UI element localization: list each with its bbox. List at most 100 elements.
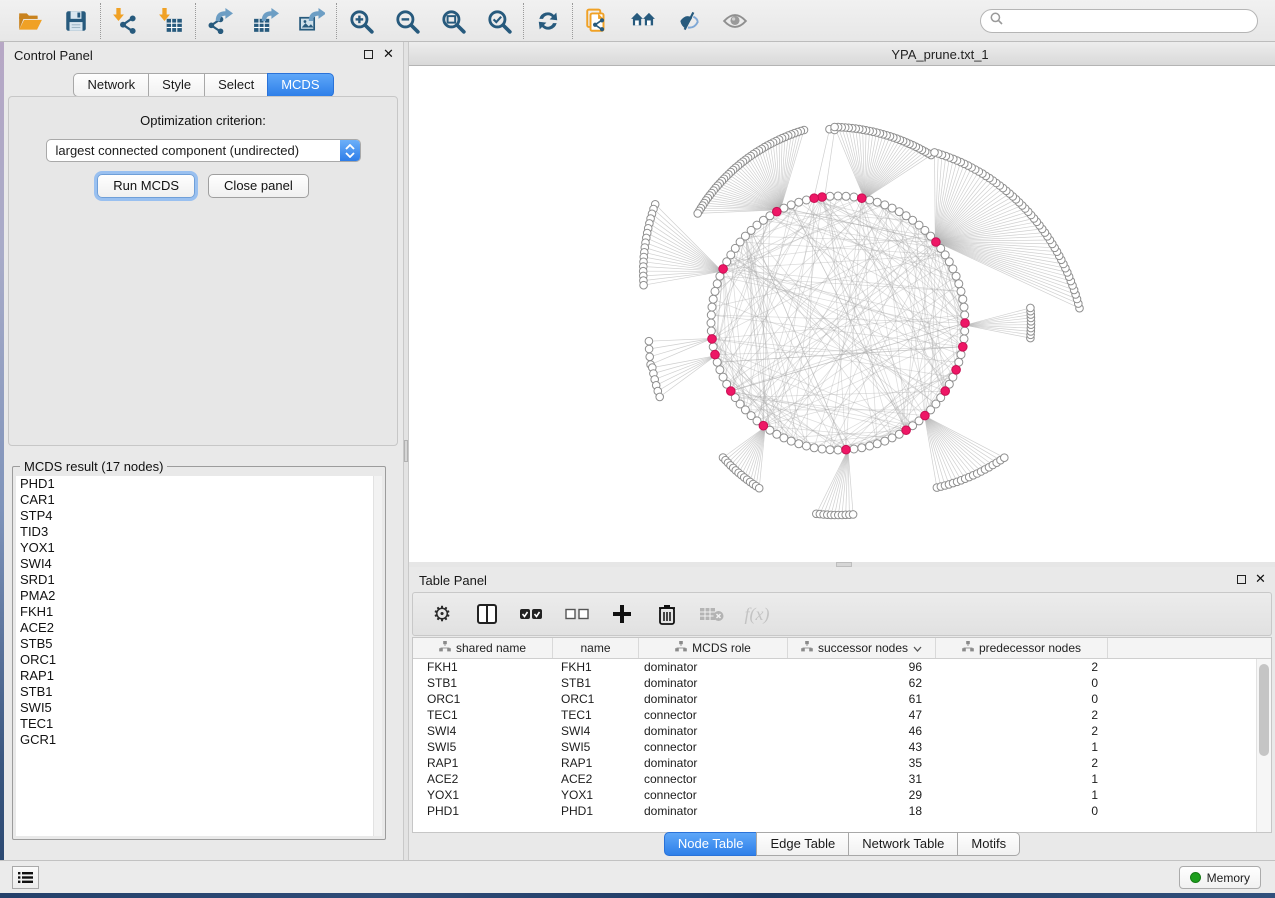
show-eye-button[interactable]	[720, 6, 750, 36]
column-header-shared-name[interactable]: shared name	[413, 638, 553, 658]
toolbar-group	[524, 0, 572, 41]
float-panel-icon[interactable]	[364, 50, 373, 59]
tab-mcds[interactable]: MCDS	[267, 73, 333, 97]
column-header-mcds-role[interactable]: MCDS role	[639, 638, 788, 658]
tab-node-table[interactable]: Node Table	[664, 832, 758, 856]
hide-eye-button[interactable]	[674, 6, 704, 36]
table-scrollbar[interactable]	[1256, 659, 1271, 832]
mcds-result-item[interactable]: ACE2	[16, 620, 382, 636]
toolbar-group	[337, 0, 523, 41]
mcds-result-item[interactable]: ORC1	[16, 652, 382, 668]
network-share-doc-button[interactable]	[582, 6, 612, 36]
search-input[interactable]	[1009, 11, 1257, 31]
search-box[interactable]	[980, 9, 1258, 33]
cell-successor-nodes: 18	[788, 803, 936, 819]
column-header-name[interactable]: name	[553, 638, 639, 658]
cell-mcds-role: dominator	[639, 723, 788, 739]
mcds-result-item[interactable]: SWI4	[16, 556, 382, 572]
table-row[interactable]: PHD1PHD1dominator180	[413, 803, 1271, 819]
sort-desc-icon	[913, 641, 922, 655]
cell-predecessor-nodes: 0	[936, 803, 1108, 819]
cell-shared-name: RAP1	[413, 755, 553, 771]
tab-motifs[interactable]: Motifs	[957, 832, 1020, 856]
mcds-result-item[interactable]: SRD1	[16, 572, 382, 588]
panel-list-button[interactable]	[12, 866, 39, 889]
select-all-columns-button[interactable]	[519, 601, 545, 627]
mcds-tab-content: Optimization criterion: largest connecte…	[8, 96, 398, 446]
mcds-result-item[interactable]: GCR1	[16, 732, 382, 748]
zoom-selected-button[interactable]	[484, 6, 514, 36]
mcds-result-item[interactable]: STB1	[16, 684, 382, 700]
tab-select[interactable]: Select	[204, 73, 268, 97]
table-panel-tabs: Node TableEdge TableNetwork TableMotifs	[409, 832, 1275, 856]
cell-name: YOX1	[553, 787, 639, 803]
unselect-all-columns-button[interactable]	[564, 601, 590, 627]
tab-network-table[interactable]: Network Table	[848, 832, 958, 856]
table-row[interactable]: ORC1ORC1dominator610	[413, 691, 1271, 707]
cell-successor-nodes: 96	[788, 659, 936, 675]
run-mcds-button[interactable]: Run MCDS	[97, 174, 195, 198]
import-table-button[interactable]	[156, 6, 186, 36]
cell-successor-nodes: 47	[788, 707, 936, 723]
memory-button[interactable]: Memory	[1179, 866, 1261, 889]
mcds-result-item[interactable]: TID3	[16, 524, 382, 540]
table-row[interactable]: SWI4SWI4dominator462	[413, 723, 1271, 739]
table-row[interactable]: YOX1YOX1connector291	[413, 787, 1271, 803]
export-image-button[interactable]	[297, 6, 327, 36]
mcds-result-item[interactable]: YOX1	[16, 540, 382, 556]
close-panel-button[interactable]: Close panel	[208, 174, 309, 198]
network-window-titlebar[interactable]: YPA_prune.txt_1	[409, 42, 1275, 66]
split-columns-button[interactable]	[474, 601, 500, 627]
table-panel-title: Table Panel	[419, 573, 487, 588]
mcds-result-item[interactable]: PMA2	[16, 588, 382, 604]
refresh-layout-button[interactable]	[533, 6, 563, 36]
delete-column-button[interactable]	[654, 601, 680, 627]
mcds-result-item[interactable]: TEC1	[16, 716, 382, 732]
add-column-button[interactable]	[609, 601, 635, 627]
tab-edge-table[interactable]: Edge Table	[756, 832, 849, 856]
mcds-result-item[interactable]: PHD1	[16, 476, 382, 492]
table-row[interactable]: ACE2ACE2connector311	[413, 771, 1271, 787]
mcds-result-item[interactable]: FKH1	[16, 604, 382, 620]
dominator-node	[727, 387, 736, 396]
main-toolbar	[0, 0, 1275, 42]
table-row[interactable]: SWI5SWI5connector431	[413, 739, 1271, 755]
scrollbar-thumb[interactable]	[1259, 664, 1269, 756]
save-session-button[interactable]	[61, 6, 91, 36]
criterion-dropdown[interactable]: largest connected component (undirected)	[46, 139, 361, 162]
table-row[interactable]: FKH1FKH1dominator962	[413, 659, 1271, 675]
cell-shared-name: YOX1	[413, 787, 553, 803]
float-panel-icon[interactable]	[1237, 575, 1246, 584]
tab-network[interactable]: Network	[73, 73, 149, 97]
mcds-list-scrollbar[interactable]	[373, 476, 382, 836]
column-header-successor-nodes[interactable]: successor nodes	[788, 638, 936, 658]
homes-button[interactable]	[628, 6, 658, 36]
table-settings-button[interactable]: ⚙	[429, 601, 455, 627]
toolbar-group	[573, 0, 759, 41]
export-network-button[interactable]	[205, 6, 235, 36]
splitter-grip[interactable]	[404, 440, 408, 462]
import-network-button[interactable]	[110, 6, 140, 36]
mcds-result-list: PHD1CAR1STP4TID3YOX1SWI4SRD1PMA2FKH1ACE2…	[16, 476, 382, 836]
mcds-result-item[interactable]: STB5	[16, 636, 382, 652]
network-window: YPA_prune.txt_1	[409, 42, 1275, 562]
zoom-out-button[interactable]	[392, 6, 422, 36]
column-header-predecessor-nodes[interactable]: predecessor nodes	[936, 638, 1108, 658]
zoom-in-button[interactable]	[346, 6, 376, 36]
close-panel-icon[interactable]: ✕	[383, 46, 394, 62]
close-panel-icon[interactable]: ✕	[1255, 571, 1266, 587]
table-row[interactable]: RAP1RAP1dominator352	[413, 755, 1271, 771]
export-table-button[interactable]	[251, 6, 281, 36]
cell-shared-name: ACE2	[413, 771, 553, 787]
table-row[interactable]: STB1STB1dominator620	[413, 675, 1271, 691]
zoom-fit-button[interactable]	[438, 6, 468, 36]
tab-style[interactable]: Style	[148, 73, 205, 97]
mcds-result-item[interactable]: STP4	[16, 508, 382, 524]
mcds-result-item[interactable]: CAR1	[16, 492, 382, 508]
mcds-result-item[interactable]: SWI5	[16, 700, 382, 716]
table-row[interactable]: TEC1TEC1connector472	[413, 707, 1271, 723]
cell-mcds-role: connector	[639, 771, 788, 787]
network-view-canvas[interactable]	[409, 66, 1275, 562]
open-file-button[interactable]	[15, 6, 45, 36]
mcds-result-item[interactable]: RAP1	[16, 668, 382, 684]
